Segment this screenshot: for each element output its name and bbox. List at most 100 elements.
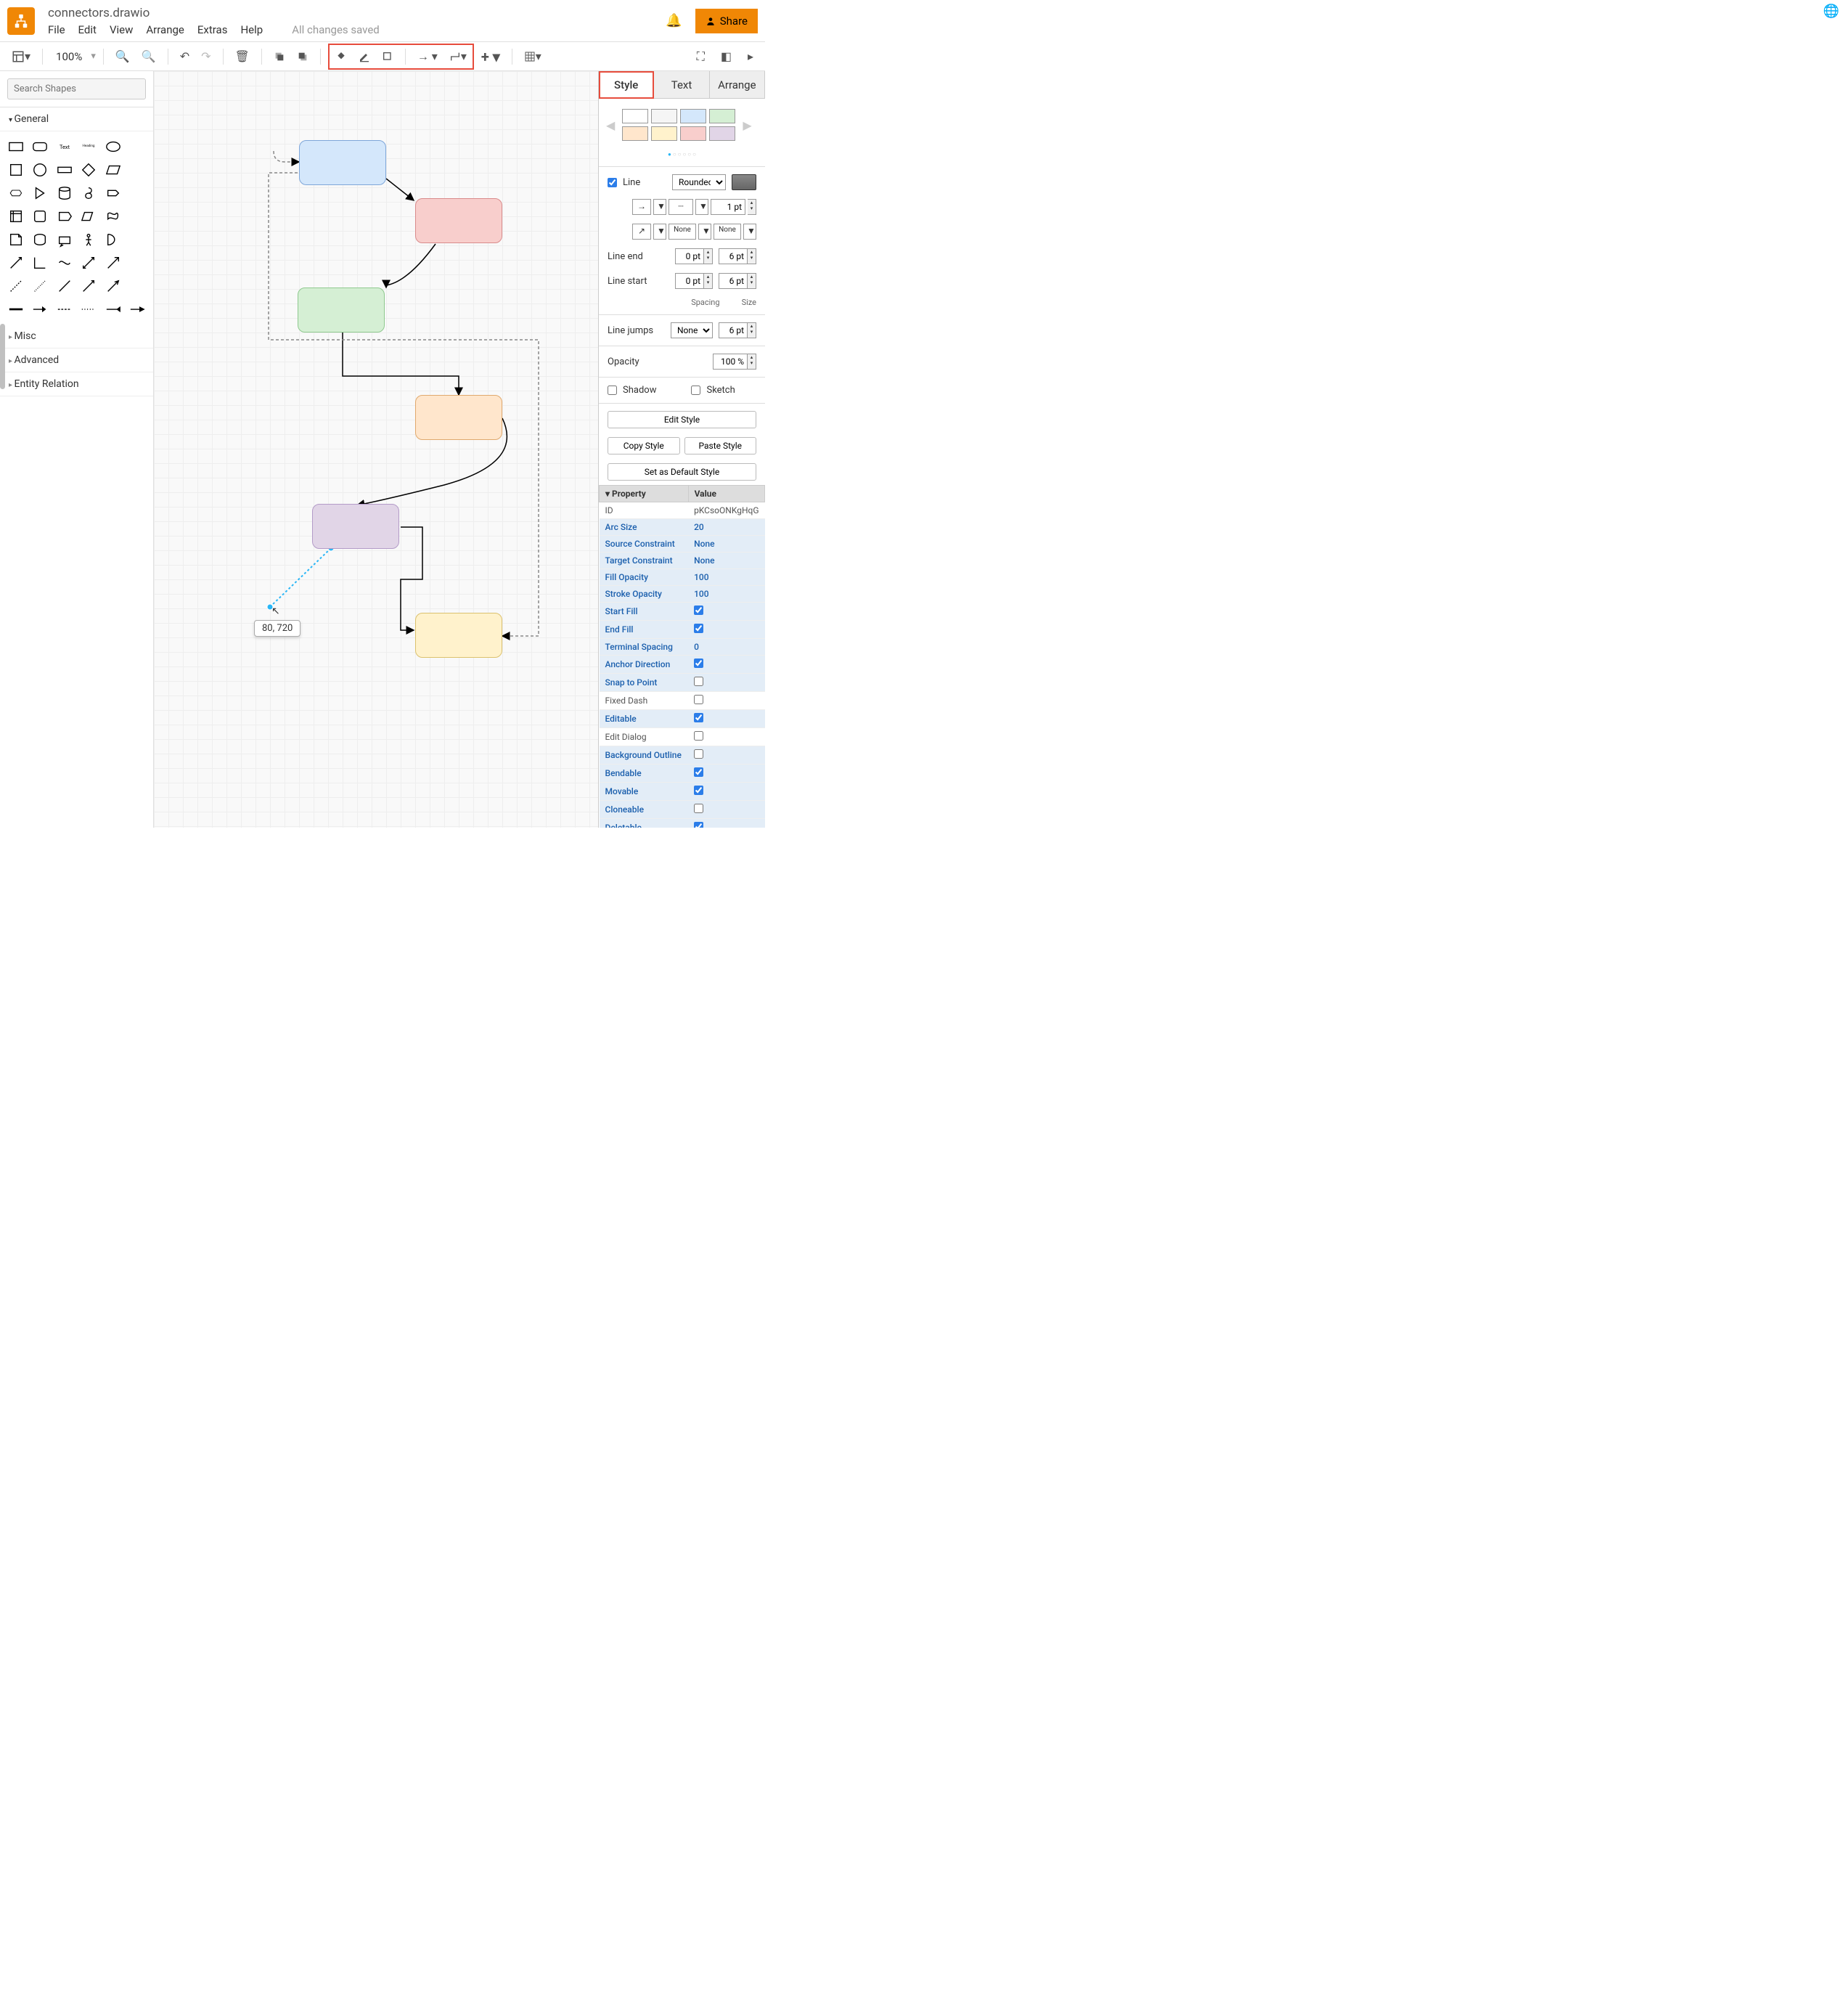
sketch-checkbox[interactable] (691, 386, 700, 395)
paste-style-button[interactable]: Paste Style (684, 437, 757, 454)
line-start-spacing[interactable] (675, 273, 704, 289)
prop-checkbox[interactable] (694, 624, 703, 633)
prop-checkbox[interactable] (694, 713, 703, 722)
prop-checkbox[interactable] (694, 658, 703, 668)
shape-item[interactable] (30, 277, 51, 295)
fill-color-icon[interactable] (331, 48, 351, 65)
shape-item[interactable] (128, 230, 148, 249)
sidebar-section-advanced[interactable]: Advanced (0, 348, 153, 372)
shape-item[interactable]: Text (54, 137, 75, 156)
prop-checkbox[interactable] (694, 749, 703, 759)
shape-item[interactable] (30, 160, 51, 179)
connection-icon[interactable]: → ▾ (413, 46, 442, 67)
share-button[interactable]: Share (695, 9, 758, 33)
default-style-button[interactable]: Set as Default Style (608, 463, 756, 481)
sidebar-section-general[interactable]: General (0, 107, 153, 131)
prop-row[interactable]: Terminal Spacing0 (600, 639, 765, 656)
shape-item[interactable] (54, 160, 75, 179)
shape-item[interactable] (103, 184, 123, 203)
swatch[interactable] (622, 126, 648, 141)
shape-item[interactable] (6, 230, 26, 249)
swatch[interactable] (709, 109, 735, 123)
swatch[interactable] (622, 109, 648, 123)
menu-edit[interactable]: Edit (78, 23, 97, 36)
menu-view[interactable]: View (110, 23, 133, 36)
zoom-out-icon[interactable]: 🔍 (137, 46, 160, 66)
line-jumps-select[interactable]: None (671, 322, 713, 338)
shape-item[interactable] (103, 160, 123, 179)
shape-item[interactable] (128, 207, 148, 226)
swatch[interactable] (680, 126, 706, 141)
node-yellow[interactable] (415, 613, 502, 658)
swatch[interactable] (680, 109, 706, 123)
prop-row[interactable]: Deletable (600, 819, 765, 828)
shape-item[interactable] (30, 300, 51, 319)
arrow-end-none[interactable]: → (632, 199, 651, 215)
prop-row[interactable]: Bendable (600, 764, 765, 783)
prop-row[interactable]: Edit Dialog (600, 728, 765, 746)
shape-item[interactable] (54, 207, 75, 226)
shape-item[interactable] (128, 137, 148, 156)
line-dash-menu[interactable]: ▼ (695, 199, 708, 215)
search-input[interactable] (7, 78, 146, 99)
undo-icon[interactable]: ↶ (176, 46, 194, 66)
menu-file[interactable]: File (48, 23, 65, 36)
prop-row[interactable]: Stroke Opacity100 (600, 586, 765, 603)
shape-item[interactable] (6, 184, 26, 203)
prop-row[interactable]: End Fill (600, 621, 765, 639)
sidebar-section-entity[interactable]: Entity Relation (0, 372, 153, 396)
shape-item[interactable] (79, 207, 99, 226)
swatch[interactable] (651, 109, 677, 123)
prop-checkbox[interactable] (694, 822, 703, 828)
line-end-spacing[interactable] (675, 248, 704, 264)
opacity-input[interactable] (713, 354, 748, 370)
prop-checkbox[interactable] (694, 731, 703, 741)
shape-item[interactable] (79, 253, 99, 272)
node-orange[interactable] (415, 395, 502, 440)
shape-item[interactable] (103, 253, 123, 272)
sidebar-section-misc[interactable]: Misc (0, 325, 153, 348)
shape-item[interactable] (54, 277, 75, 295)
edit-style-button[interactable]: Edit Style (608, 411, 756, 428)
redo-icon[interactable]: ↷ (197, 46, 215, 66)
line-dash[interactable]: ┈ (669, 199, 693, 215)
arrow-start-menu[interactable]: ▼ (653, 224, 666, 240)
node-green[interactable] (298, 288, 385, 333)
prop-checkbox[interactable] (694, 786, 703, 795)
prop-checkbox[interactable] (694, 767, 703, 777)
app-logo[interactable] (7, 7, 35, 35)
line-end-size[interactable] (719, 248, 748, 264)
node-blue[interactable] (299, 140, 386, 185)
line-start-size[interactable] (719, 273, 748, 289)
zoom-level[interactable]: 100% (50, 50, 88, 63)
shape-item[interactable] (30, 207, 51, 226)
menu-extras[interactable]: Extras (197, 23, 228, 36)
shape-item[interactable] (103, 207, 123, 226)
to-front-icon[interactable] (269, 48, 290, 65)
line-style-select[interactable]: Rounded (672, 174, 726, 190)
line-checkbox[interactable] (608, 178, 617, 187)
prop-row[interactable]: Arc Size20 (600, 519, 765, 536)
end-none[interactable]: None (714, 224, 741, 240)
shape-item[interactable] (128, 277, 148, 295)
swatch-next-icon[interactable]: ▶ (743, 118, 751, 132)
line-color-swatch[interactable] (732, 174, 756, 190)
shadow-icon[interactable] (377, 48, 398, 65)
prop-row[interactable]: Anchor Direction (600, 656, 765, 674)
node-red[interactable] (415, 198, 502, 243)
collapse-icon[interactable]: ▸ (743, 46, 758, 67)
tab-arrange[interactable]: Arrange (710, 71, 765, 99)
shape-item[interactable] (30, 253, 51, 272)
filename[interactable]: connectors.drawio (48, 6, 380, 20)
line-jumps-size[interactable] (719, 322, 748, 338)
menu-help[interactable]: Help (240, 23, 263, 36)
view-menu-button[interactable]: ▾ (7, 46, 35, 66)
zoom-in-icon[interactable]: 🔍 (111, 46, 134, 66)
arrow-start[interactable]: ↗ (632, 224, 651, 240)
shape-item[interactable] (79, 277, 99, 295)
shape-item[interactable] (6, 277, 26, 295)
tab-style[interactable]: Style (599, 71, 654, 99)
prop-row[interactable]: Fill Opacity100 (600, 569, 765, 586)
swatch[interactable] (709, 126, 735, 141)
shape-item[interactable] (103, 137, 123, 156)
